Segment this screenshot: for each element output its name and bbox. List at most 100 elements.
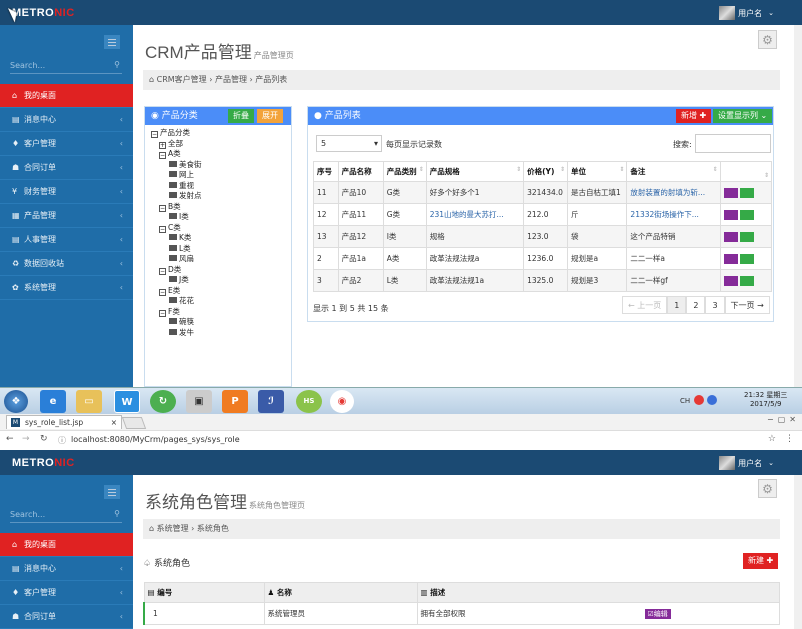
refresh-app-icon[interactable]: ↻ [150, 390, 176, 413]
chrome-icon[interactable]: ◉ [330, 390, 354, 413]
sidebar-search-input[interactable]: Search... ⚲ [10, 58, 122, 74]
maximize-icon[interactable]: ▢ [778, 415, 786, 424]
new-tab-button[interactable] [121, 417, 147, 429]
user-menu[interactable]: 用户名 ⌄ [719, 456, 774, 470]
columns-button[interactable]: 设置显示列 ⌄ [713, 109, 773, 123]
address-input[interactable]: localhost:8080/MyCrm/pages_sys/sys_role [71, 435, 240, 444]
tree-node[interactable]: − B类 [151, 202, 291, 213]
tree-node[interactable]: 网上 [151, 170, 291, 181]
column-header[interactable]: 价格(Y) ⇕ [523, 161, 568, 182]
tree-node[interactable]: − A类 [151, 149, 291, 160]
input-method-icon[interactable]: CH [680, 397, 690, 405]
media-icon[interactable]: ▣ [186, 390, 212, 413]
next-page-button[interactable]: 下一页 → [724, 296, 770, 314]
page-2-button[interactable]: 2 [686, 296, 706, 314]
sidebar-toggle-icon[interactable] [104, 485, 120, 499]
tree-node[interactable]: − E类 [151, 286, 291, 297]
tree-node[interactable]: L类 [151, 244, 291, 255]
tree-node[interactable]: − C类 [151, 223, 291, 234]
tree-node[interactable]: − 产品分类 [151, 128, 291, 139]
col-id[interactable]: ▤ 编号 [143, 582, 265, 603]
page-1-button[interactable]: 1 [667, 296, 687, 314]
sidebar-item-1[interactable]: ▤ 消息中心 ‹ [0, 108, 133, 132]
breadcrumb-item[interactable]: CRM客户管理 [157, 75, 207, 84]
sidebar-item-1[interactable]: ▤ 消息中心 ‹ [0, 557, 133, 581]
sidebar-item-7[interactable]: ♻ 数据回收站 ‹ [0, 252, 133, 276]
tree-node[interactable]: K类 [151, 233, 291, 244]
minimize-icon[interactable]: − [767, 415, 774, 424]
tree-node[interactable]: + 全部 [151, 139, 291, 150]
edit-icon[interactable] [739, 209, 754, 220]
tree-node[interactable]: 碗筷 [151, 317, 291, 328]
sidebar-item-8[interactable]: ✿ 系统管理 ‹ [0, 276, 133, 300]
column-header[interactable]: 备注 ⇕ [626, 161, 721, 182]
breadcrumb-item[interactable]: 系统管理 [157, 524, 189, 533]
col-name[interactable]: ♟ 名称 [263, 582, 418, 603]
table-search-input[interactable] [695, 134, 771, 153]
antivirus-icon[interactable] [694, 395, 704, 405]
edit-icon[interactable] [739, 231, 754, 242]
clock[interactable]: 21:32 星期三 2017/5/9 [744, 391, 787, 409]
tree-node[interactable]: 发牛 [151, 328, 291, 339]
column-header[interactable]: 序号 [313, 161, 339, 182]
start-button[interactable]: ❖ [4, 390, 28, 413]
add-product-button[interactable]: 新增 ✚ [676, 109, 712, 123]
tree-node[interactable]: I类 [151, 212, 291, 223]
edit-role-button[interactable]: ☑编辑 [644, 609, 671, 619]
ppt-icon[interactable]: P [222, 390, 248, 413]
breadcrumb-item[interactable]: 产品管理 [215, 75, 247, 84]
sidebar-item-3[interactable]: ☗ 合同订单 ‹ [0, 605, 133, 629]
page-3-button[interactable]: 3 [705, 296, 725, 314]
column-header[interactable]: 产品规格 ⇕ [425, 161, 525, 182]
tree-node[interactable]: 重视 [151, 181, 291, 192]
star-icon[interactable]: ☆ [768, 434, 776, 444]
new-role-button[interactable]: 新建 ✚ [743, 553, 779, 569]
browser-tab[interactable]: M sys_role_list.jsp × [6, 415, 122, 429]
edit-icon[interactable] [739, 187, 754, 198]
ie-icon[interactable]: e [40, 390, 66, 413]
sidebar-search-input[interactable]: Search... ⚲ [10, 507, 122, 523]
word-icon[interactable]: W [114, 390, 140, 413]
sidebar-item-3[interactable]: ☗ 合同订单 ‹ [0, 156, 133, 180]
edit-icon[interactable] [739, 275, 754, 286]
forward-icon[interactable]: → [22, 434, 30, 444]
tree-node[interactable]: 发射点 [151, 191, 291, 202]
logo[interactable]: METRONIC [12, 457, 75, 469]
eclipse-icon[interactable]: ℐ [258, 390, 284, 413]
tree-node[interactable]: − F类 [151, 307, 291, 318]
expand-button[interactable]: 展开 [257, 109, 283, 123]
delete-icon[interactable] [723, 209, 738, 220]
user-menu[interactable]: 用户名 ⌄ [719, 6, 774, 20]
column-header[interactable]: ⇕ [719, 161, 773, 182]
gear-icon[interactable]: ⚙ [758, 479, 777, 498]
page-scrollbar[interactable] [794, 25, 802, 387]
edit-icon[interactable] [739, 253, 754, 264]
explorer-icon[interactable]: ▭ [76, 390, 102, 413]
page-size-select[interactable]: 5 ▾ [316, 135, 382, 152]
tree-node[interactable]: J类 [151, 275, 291, 286]
delete-icon[interactable] [723, 275, 738, 286]
reload-icon[interactable]: ↻ [40, 434, 48, 444]
sidebar-item-4[interactable]: ¥ 财务管理 ‹ [0, 180, 133, 204]
prev-page-button[interactable]: ← 上一页 [622, 296, 668, 314]
sidebar-item-5[interactable]: ▦ 产品管理 ‹ [0, 204, 133, 228]
close-icon[interactable]: ✕ [789, 415, 796, 424]
sidebar-item-6[interactable]: ▤ 人事管理 ‹ [0, 228, 133, 252]
sidebar-item-2[interactable]: ♦ 客户管理 ‹ [0, 581, 133, 605]
tree-node[interactable]: − D类 [151, 265, 291, 276]
sidebar-item-0[interactable]: ⌂ 我的桌面 [0, 84, 133, 108]
tree-node[interactable]: 花花 [151, 296, 291, 307]
column-header[interactable]: 单位 ⇕ [566, 161, 628, 182]
tab-close-icon[interactable]: × [111, 416, 117, 429]
column-header[interactable]: 产品类别 ⇕ [382, 161, 427, 182]
gear-icon[interactable]: ⚙ [758, 30, 777, 49]
sidebar-item-0[interactable]: ⌂ 我的桌面 [0, 533, 133, 557]
delete-icon[interactable] [723, 253, 738, 264]
column-header[interactable]: 产品名称 [337, 161, 384, 182]
page-scrollbar[interactable] [794, 475, 802, 629]
tree-node[interactable]: 美食街 [151, 160, 291, 171]
logo[interactable]: METRONIC [12, 7, 75, 19]
help-icon[interactable] [707, 395, 717, 405]
back-icon[interactable]: ← [6, 434, 14, 444]
col-desc[interactable]: ▥ 描述 [416, 582, 780, 603]
